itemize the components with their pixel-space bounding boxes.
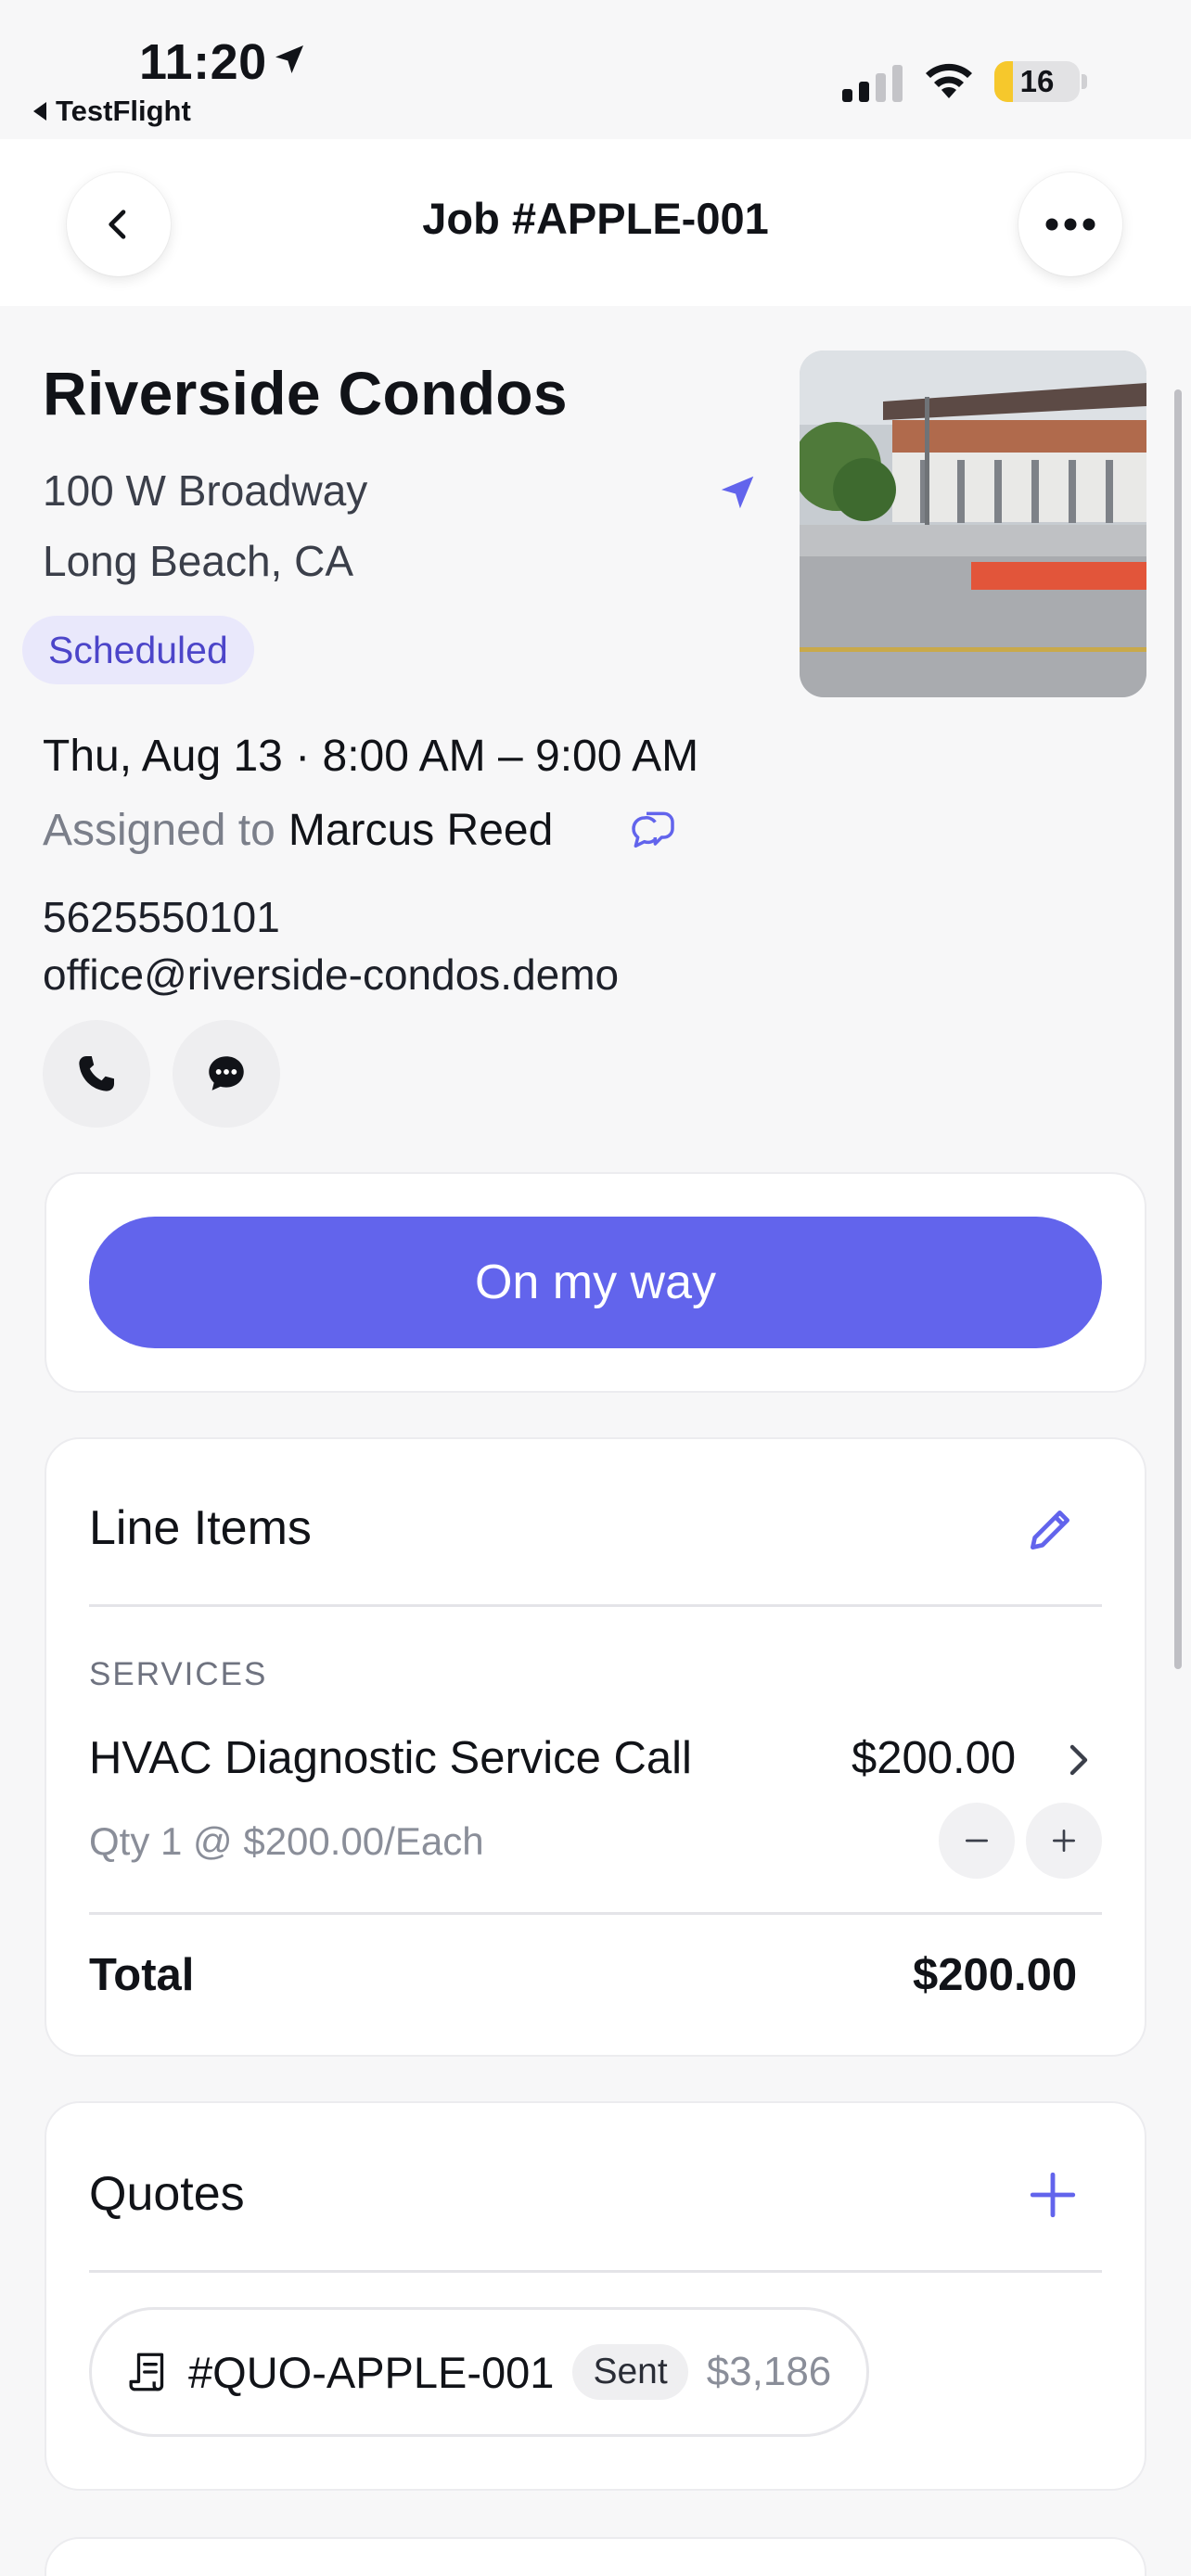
phone-icon [79, 1056, 114, 1091]
contact-phone[interactable]: 5625550101 [43, 892, 280, 942]
back-app-label: TestFlight [56, 95, 191, 127]
more-icon [1045, 218, 1095, 231]
pencil-icon[interactable] [1024, 1504, 1076, 1556]
page-title: Job #APPLE-001 [422, 194, 769, 243]
signal-icon [842, 65, 903, 102]
line-item-qty: Qty 1 @ $200.00/Each [89, 1819, 484, 1863]
divider [89, 1604, 1102, 1607]
wifi-icon [926, 63, 972, 98]
divider [89, 1912, 1102, 1915]
quote-chip[interactable]: #QUO-APPLE-001 Sent $3,186 [89, 2307, 870, 2437]
plus-icon[interactable] [1026, 2168, 1080, 2222]
navigate-icon[interactable] [716, 471, 759, 514]
line-item-name[interactable]: HVAC Diagnostic Service Call [89, 1732, 692, 1784]
message-button[interactable] [173, 1020, 280, 1128]
plus-icon [1053, 1830, 1075, 1852]
on-my-way-button[interactable]: On my way [89, 1217, 1102, 1348]
address-line2[interactable]: Long Beach, CA [43, 536, 353, 586]
total-label: Total [89, 1950, 195, 2000]
battery-tip [1082, 74, 1087, 89]
chat-bubbles-icon[interactable] [627, 805, 679, 857]
next-card [45, 2537, 1146, 2576]
status-badge: Scheduled [22, 616, 254, 684]
document-icon [129, 2353, 164, 2391]
quote-status-badge: Sent [572, 2344, 688, 2400]
quote-amount: $3,186 [706, 2349, 832, 2394]
location-arrow-icon [275, 45, 303, 73]
quotes-title: Quotes [89, 2167, 245, 2221]
site-photo[interactable] [800, 351, 1146, 697]
job-datetime: Thu, Aug 13 · 8:00 AM – 9:00 AM [43, 732, 699, 781]
more-options-button[interactable] [1018, 172, 1122, 276]
services-heading: SERVICES [89, 1656, 268, 1692]
scrollbar[interactable] [1174, 389, 1182, 1669]
assignee-name: Marcus Reed [288, 806, 554, 855]
assigned-label: Assigned to [43, 806, 275, 855]
back-triangle-icon [33, 102, 46, 121]
decrease-qty-button[interactable] [939, 1803, 1015, 1879]
address-line1[interactable]: 100 W Broadway [43, 465, 367, 516]
increase-qty-button[interactable] [1026, 1803, 1102, 1879]
status-time: 11:20 [139, 34, 267, 90]
contact-email[interactable]: office@riverside-condos.demo [43, 950, 619, 1000]
battery-level: 16 [1019, 64, 1055, 98]
assigned-to: Assigned to Marcus Reed [43, 805, 553, 856]
message-icon [209, 1056, 244, 1090]
line-items-title: Line Items [89, 1501, 312, 1555]
chevron-right-icon[interactable] [1065, 1741, 1095, 1779]
minus-icon [966, 1839, 988, 1843]
battery-icon: 16 [994, 61, 1080, 102]
job-name: Riverside Condos [43, 359, 568, 427]
total-value: $200.00 [913, 1950, 1078, 2000]
line-item-price[interactable]: $200.00 [852, 1732, 1016, 1784]
quote-number: #QUO-APPLE-001 [188, 2347, 555, 2397]
back-to-app-link[interactable]: TestFlight [33, 95, 191, 128]
divider [89, 2270, 1102, 2273]
call-button[interactable] [43, 1020, 150, 1128]
